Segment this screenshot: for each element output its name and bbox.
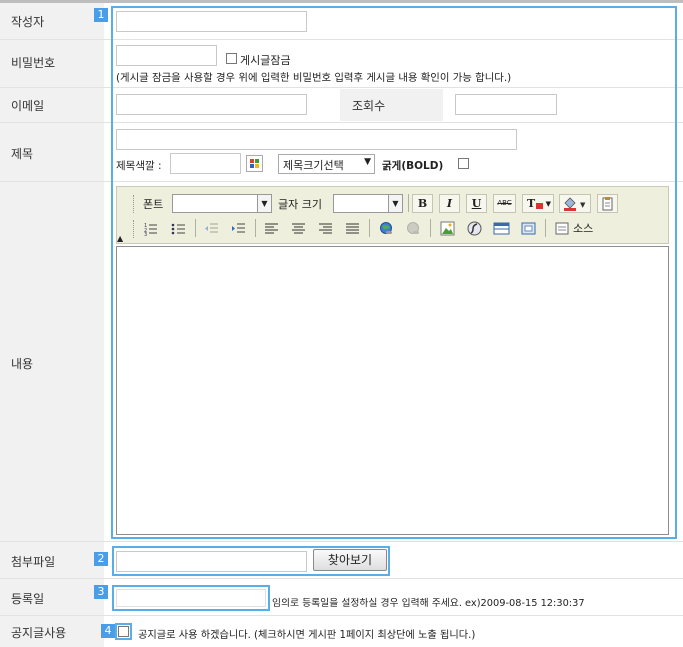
clipboard-icon — [602, 197, 613, 211]
align-right-button[interactable] — [315, 219, 336, 238]
font-select[interactable]: ▼ — [172, 194, 272, 213]
author-label: 작성자 — [11, 15, 45, 29]
browse-button[interactable]: 찾아보기 — [313, 549, 387, 571]
text-color-swatch — [536, 203, 543, 209]
content-label: 내용 — [11, 357, 34, 371]
underline-button[interactable]: U — [466, 194, 487, 213]
toolbar-grip — [133, 195, 137, 213]
views-label: 조회수 — [352, 99, 386, 113]
outdent-button[interactable] — [201, 219, 222, 238]
notice-label: 공지글사용 — [11, 626, 67, 640]
author-input[interactable] — [116, 11, 307, 32]
toolbar-separator — [430, 219, 431, 237]
subject-label: 제목 — [11, 147, 34, 161]
badge-3: 3 — [94, 585, 108, 599]
subject-color-input[interactable] — [170, 153, 241, 174]
chevron-down-icon: ▼ — [388, 195, 402, 212]
align-left-icon — [265, 223, 278, 234]
editor-toolbar: ▲ 폰트 ▼ 글자 크기 ▼ B I U ABC T ▼ ▼ 1 2 3 소스 — [116, 186, 669, 244]
ordered-list-button[interactable]: 123 — [140, 219, 161, 238]
toolbar-separator — [255, 219, 256, 237]
color-palette-icon — [250, 159, 259, 168]
flash-icon — [467, 221, 482, 236]
svg-text:3: 3 — [144, 232, 147, 237]
align-right-icon — [319, 223, 332, 234]
toolbar-separator — [545, 219, 546, 237]
bullet-list-icon — [171, 223, 185, 235]
indent-icon — [232, 223, 245, 233]
indent-button[interactable] — [228, 219, 249, 238]
email-input[interactable] — [116, 94, 307, 115]
toolbar-separator — [369, 219, 370, 237]
image-icon — [440, 221, 455, 236]
svg-text:▼: ▼ — [580, 201, 586, 209]
views-input[interactable] — [455, 94, 557, 115]
bold-label: 굵게(BOLD) — [382, 160, 444, 172]
attachment-label: 첨부파일 — [11, 555, 56, 569]
subject-size-value: 제목크기선택 — [283, 159, 344, 172]
insert-flash-button[interactable] — [464, 219, 485, 238]
password-hint: (게시글 잠금을 사용할 경우 위에 입력한 비밀번호 입력후 게시글 내용 확… — [116, 72, 512, 84]
content-editor[interactable] — [116, 246, 669, 535]
chevron-down-icon: ▼ — [364, 157, 371, 167]
bg-color-button[interactable]: ▼ — [559, 194, 591, 213]
text-color-button[interactable]: T ▼ — [522, 194, 554, 213]
color-palette-button[interactable] — [246, 155, 263, 172]
toolbar-grip — [133, 220, 137, 238]
subject-color-label: 제목색깔 : — [116, 160, 162, 172]
date-input[interactable] — [116, 589, 266, 607]
chevron-down-icon: ▼ — [257, 195, 271, 212]
insert-layer-button[interactable] — [518, 219, 539, 238]
unlink-icon — [407, 222, 419, 234]
lock-checkbox[interactable] — [226, 53, 237, 64]
toolbar-separator — [195, 219, 196, 237]
source-icon — [555, 222, 569, 235]
notice-checkbox[interactable] — [118, 626, 129, 637]
badge-4: 4 — [101, 624, 115, 638]
notice-text: 공지글로 사용 하겠습니다. (체크하시면 게시판 1페이지 최상단에 노출 됩… — [138, 630, 476, 641]
subject-input[interactable] — [116, 129, 517, 150]
layer-icon — [521, 222, 536, 235]
remove-link-button[interactable] — [403, 219, 424, 238]
source-button[interactable]: 소스 — [551, 219, 601, 238]
justify-button[interactable] — [342, 219, 363, 238]
paint-bucket-icon: ▼ — [564, 197, 586, 211]
font-label: 폰트 — [143, 198, 164, 211]
source-label: 소스 — [573, 222, 594, 235]
align-left-button[interactable] — [261, 219, 282, 238]
text-color-label: T — [527, 197, 536, 210]
attachment-input[interactable] — [116, 551, 307, 572]
ordered-list-icon: 123 — [144, 223, 157, 238]
insert-table-button[interactable] — [491, 219, 512, 238]
font-size-label: 글자 크기 — [278, 198, 322, 211]
collapse-toolbar-icon[interactable]: ▲ — [117, 234, 126, 243]
bold-checkbox[interactable] — [458, 158, 469, 169]
strikethrough-button[interactable]: ABC — [493, 194, 516, 213]
table-icon — [493, 222, 510, 235]
paste-button[interactable] — [597, 194, 618, 213]
lock-label: 게시글잠금 — [240, 54, 291, 67]
badge-2: 2 — [94, 552, 108, 566]
globe-link-icon — [380, 222, 392, 234]
align-justify-icon — [346, 223, 359, 234]
bold-button[interactable]: B — [412, 194, 433, 213]
toolbar-separator — [408, 194, 409, 212]
date-label: 등록일 — [11, 592, 45, 606]
chevron-down-icon: ▼ — [545, 199, 551, 208]
password-label: 비밀번호 — [11, 56, 56, 70]
email-label: 이메일 — [11, 99, 45, 113]
date-hint: 임의로 등록일을 설정하실 경우 입력해 주세요. ex)2009-08-15 … — [272, 598, 585, 609]
unordered-list-button[interactable] — [168, 219, 189, 238]
password-input[interactable] — [116, 45, 217, 66]
badge-1: 1 — [94, 8, 108, 22]
subject-size-select[interactable]: 제목크기선택 ▼ — [278, 154, 375, 174]
outdent-icon — [205, 223, 218, 233]
italic-button[interactable]: I — [439, 194, 460, 213]
insert-image-button[interactable] — [437, 219, 458, 238]
align-center-button[interactable] — [288, 219, 309, 238]
write-form: 작성자 비밀번호 이메일 제목 내용 첨부파일 등록일 공지글사용 1 게시글잠… — [0, 0, 683, 647]
insert-link-button[interactable] — [376, 219, 397, 238]
font-size-select[interactable]: ▼ — [333, 194, 403, 213]
align-center-icon — [292, 223, 305, 234]
